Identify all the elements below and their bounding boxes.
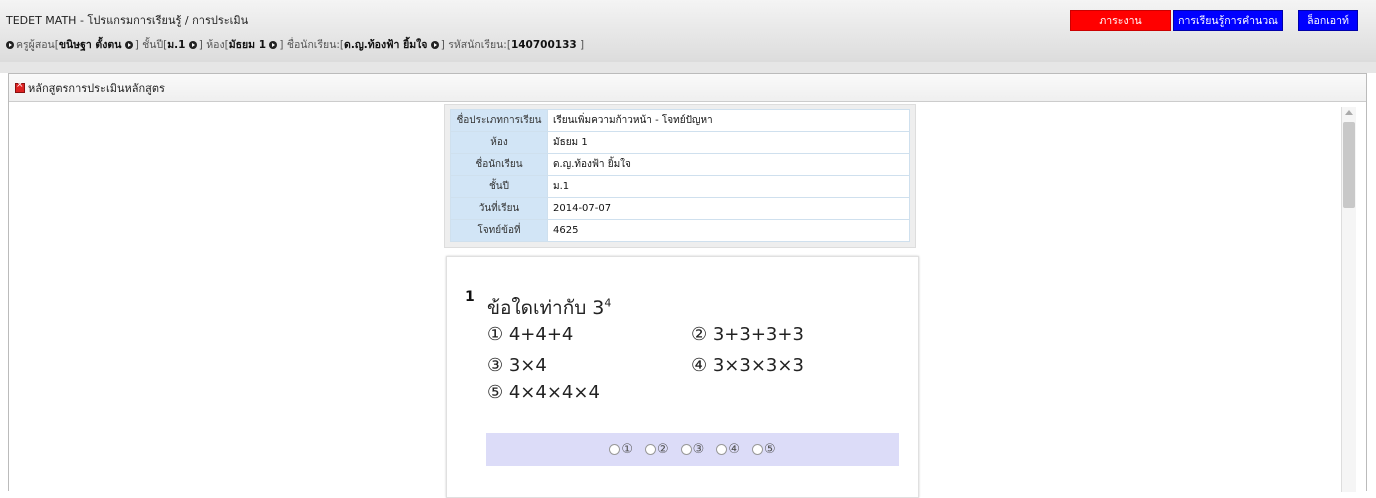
bullet-icon: [6, 41, 14, 49]
table-row: ห้อง มัธยม 1: [450, 131, 910, 154]
room-value: มัธยม 1: [228, 39, 267, 51]
student-name: ด.ญ.ท้องฟ้า ยิ้มใจ: [344, 39, 428, 51]
header-divider: [0, 62, 1376, 73]
answer-option-2[interactable]: ②: [645, 442, 669, 457]
lesson-info-table: ชื่อประเภทการเรียน เรียนเพิ่มความก้าวหน้า…: [450, 109, 910, 242]
info-value: 4625: [547, 219, 910, 242]
learning-button[interactable]: การเรียนรู้การคำนวณ: [1173, 10, 1283, 31]
table-row: ชื่อนักเรียน ด.ญ.ท้องฟ้า ยิ้มใจ: [450, 153, 910, 176]
table-row: ชั้นปี ม.1: [450, 175, 910, 198]
answer-label: ③: [692, 442, 705, 457]
bullet-icon: [188, 41, 197, 49]
teacher-name: ขนิษฐา ตั้งตน: [58, 39, 122, 51]
info-label: ห้อง: [450, 131, 548, 154]
panel-header: หลักสูตรการประเมินหลักสูตร: [9, 74, 1366, 102]
answer-option-4[interactable]: ④: [716, 442, 740, 457]
answer-label: ①: [621, 442, 634, 457]
table-row: ชื่อประเภทการเรียน เรียนเพิ่มความก้าวหน้า…: [450, 109, 910, 132]
answer-label: ⑤: [763, 442, 776, 457]
lesson-info-card: ชื่อประเภทการเรียน เรียนเพิ่มความก้าวหน้า…: [444, 104, 916, 248]
radio-icon[interactable]: [609, 444, 621, 455]
answer-label: ②: [657, 442, 669, 457]
info-value: ม.1: [547, 175, 910, 198]
info-value: เรียนเพิ่มความก้าวหน้า - โจทย์ปัญหา: [547, 109, 910, 132]
radio-icon[interactable]: [680, 444, 692, 455]
bullet-icon: [430, 41, 439, 49]
choice-3: ③ 3×4: [487, 355, 547, 376]
app-title: TEDET MATH - โปรแกรมการเรียนรู้ / การประ…: [6, 14, 249, 27]
choice-5: ⑤ 4×4×4×4: [487, 382, 600, 403]
answer-option-5[interactable]: ⑤: [751, 442, 776, 457]
answer-bar: ① ② ③ ④ ⑤: [486, 433, 899, 466]
radio-icon[interactable]: [751, 444, 763, 455]
info-label: โจทย์ข้อที่: [450, 219, 548, 242]
choice-1: ① 4+4+4: [487, 324, 574, 345]
bullet-icon: [124, 41, 133, 49]
scrollbar-thumb[interactable]: [1343, 122, 1355, 208]
close-icon[interactable]: [15, 80, 25, 93]
answer-label: ④: [728, 442, 740, 457]
question-card: 1 ข้อใดเท่ากับ 34 ① 4+4+4 ② 3+3+3+3 ③ 3×…: [446, 256, 919, 498]
session-info: ครูผู้สอน[ขนิษฐา ตั้งตน ] ชั้นปี[ม.1 ] ห…: [6, 36, 584, 53]
info-value: ด.ญ.ท้องฟ้า ยิ้มใจ: [547, 153, 910, 176]
answer-option-3[interactable]: ③: [680, 442, 705, 457]
exponent: 4: [604, 296, 612, 310]
radio-icon[interactable]: [716, 444, 728, 455]
choice-2: ② 3+3+3+3: [691, 324, 804, 345]
radio-icon[interactable]: [645, 444, 657, 455]
question-text: ข้อใดเท่ากับ 34: [487, 296, 612, 319]
table-row: โจทย์ข้อที่ 4625: [450, 219, 910, 242]
scrollbar[interactable]: [1341, 107, 1356, 492]
top-bar: TEDET MATH - โปรแกรมการเรียนรู้ / การประ…: [0, 0, 1376, 63]
bullet-icon: [269, 41, 278, 49]
report-button[interactable]: ภาระงาน: [1070, 10, 1171, 31]
answer-option-1[interactable]: ①: [609, 442, 633, 457]
choice-4: ④ 3×3×3×3: [691, 355, 804, 376]
question-number: 1: [465, 289, 475, 305]
info-label: วันที่เรียน: [450, 197, 548, 220]
info-label: ชื่อนักเรียน: [450, 153, 548, 176]
grade-value: ม.1: [167, 39, 186, 51]
info-value: มัธยม 1: [547, 131, 910, 154]
info-label: ชั้นปี: [450, 175, 548, 198]
logout-button[interactable]: ล็อกเอาท์: [1298, 10, 1358, 31]
student-id: 140700133: [510, 39, 577, 51]
table-row: วันที่เรียน 2014-07-07: [450, 197, 910, 220]
info-label: ชื่อประเภทการเรียน: [450, 109, 548, 132]
panel-title: หลักสูตรการประเมินหลักสูตร: [28, 81, 165, 95]
scroll-up-icon[interactable]: [1345, 110, 1353, 115]
info-value: 2014-07-07: [547, 197, 910, 220]
